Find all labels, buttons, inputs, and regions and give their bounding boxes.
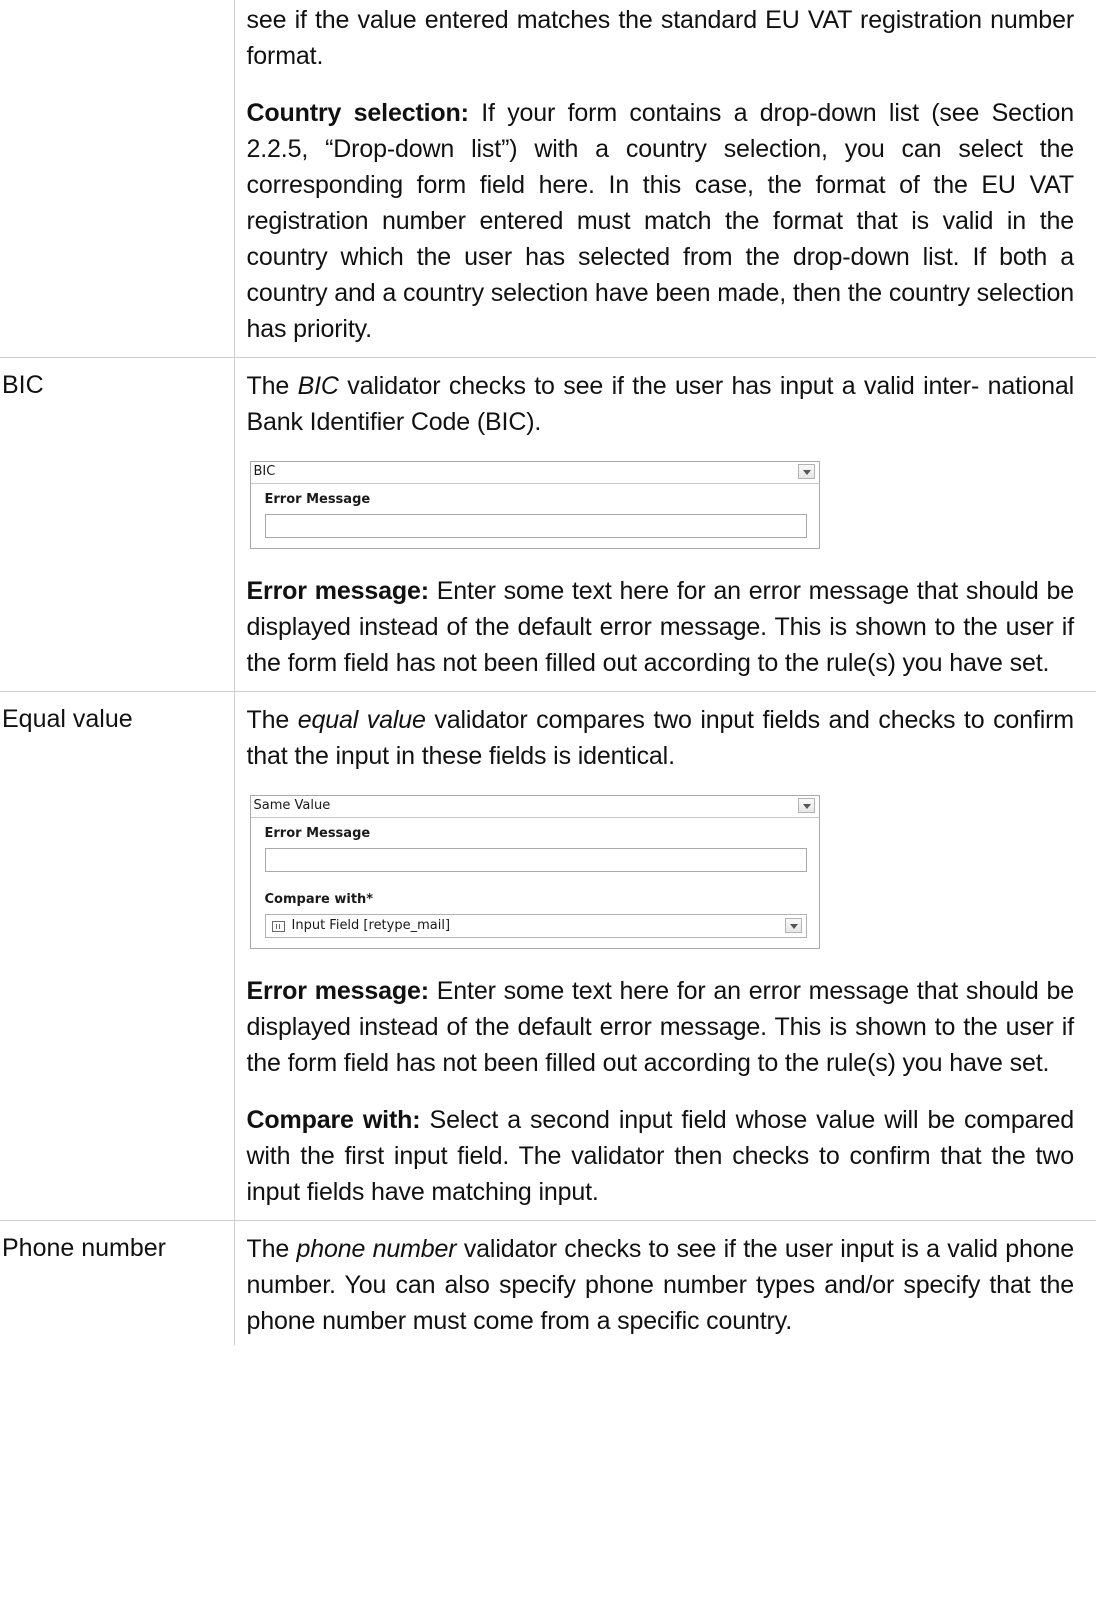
- same-value-settings-panel: Same Value Error Message Compare with* I…: [249, 795, 820, 949]
- chevron-down-icon[interactable]: [797, 464, 815, 479]
- intro-paragraph: The equal value validator compares two i…: [247, 702, 1075, 774]
- validator-name-cell: Phone number: [0, 1220, 235, 1345]
- table-row-bic: BIC The BIC validator checks to see if t…: [0, 357, 1096, 692]
- validator-name-cell: BIC: [0, 357, 235, 692]
- intro-paragraph: The phone number validator checks to see…: [247, 1231, 1075, 1339]
- compare-with-select[interactable]: Input Field [retype_mail]: [264, 914, 807, 938]
- validator-name: BIC: [2, 371, 44, 399]
- panel-body: Error Message Compare with* Input Field …: [251, 818, 819, 948]
- intro-paragraph: The BIC validator checks to see if the u…: [247, 368, 1075, 440]
- validator-table: see if the value entered matches the sta…: [0, 0, 1096, 1345]
- validator-name-cell: [0, 0, 235, 358]
- intro-text: The: [246, 372, 298, 400]
- panel-body: Error Message: [251, 484, 819, 548]
- validator-term: BIC: [297, 372, 339, 400]
- intro-text: The: [246, 706, 298, 734]
- intro-text: The: [246, 1235, 297, 1263]
- paragraph-term: Error message:: [246, 977, 430, 1005]
- country-selection-paragraph: Country selection: If your form contains…: [247, 95, 1075, 347]
- paragraph-term: Compare with:: [246, 1106, 421, 1134]
- paragraph-term: Error message:: [246, 577, 430, 605]
- validator-name-cell: Equal value: [0, 691, 235, 1221]
- chevron-down-icon[interactable]: [784, 918, 802, 933]
- description-paragraph: see if the value entered matches the sta…: [246, 6, 1075, 70]
- compare-with-label: Compare with*: [264, 892, 374, 907]
- table-row-equal-value: Equal value The equal value validator co…: [0, 691, 1096, 1221]
- validator-term: equal value: [297, 706, 426, 734]
- error-message-input[interactable]: [264, 514, 807, 538]
- validator-type-dropdown[interactable]: Same Value: [250, 796, 819, 818]
- validator-type-dropdown[interactable]: BIC: [250, 462, 819, 484]
- dropdown-value: BIC: [253, 464, 276, 479]
- validator-name: Equal value: [2, 705, 133, 733]
- dropdown-value: Same Value: [253, 798, 331, 813]
- table-row-eu-vat-continued: see if the value entered matches the sta…: [0, 0, 1096, 358]
- validator-name: Phone number: [2, 1234, 167, 1262]
- input-field-icon: [271, 920, 285, 932]
- paragraph-term: Country selection:: [246, 99, 470, 127]
- paragraph-text: If your form contains a drop-down list (…: [246, 99, 1075, 343]
- validator-term: phone number: [296, 1235, 457, 1263]
- compare-with-value: Input Field [retype_mail]: [291, 918, 451, 933]
- error-message-label: Error Message: [264, 492, 371, 507]
- error-message-paragraph: Error message: Enter some text here for …: [247, 973, 1075, 1081]
- validator-description-cell: The BIC validator checks to see if the u…: [234, 357, 1096, 692]
- error-message-label: Error Message: [264, 826, 371, 841]
- error-message-paragraph: Error message: Enter some text here for …: [247, 573, 1075, 681]
- bic-settings-panel: BIC Error Message: [249, 461, 820, 549]
- chevron-down-icon[interactable]: [797, 798, 815, 813]
- error-message-input[interactable]: [264, 848, 807, 872]
- table-row-phone-number: Phone number The phone number validator …: [0, 1220, 1096, 1345]
- compare-with-paragraph: Compare with: Select a second input fiel…: [247, 1102, 1075, 1210]
- validator-description-cell: see if the value entered matches the sta…: [234, 0, 1096, 358]
- intro-text: validator checks to see if the user has …: [246, 372, 1075, 436]
- validator-description-cell: The phone number validator checks to see…: [234, 1220, 1096, 1345]
- validator-description-cell: The equal value validator compares two i…: [234, 691, 1096, 1221]
